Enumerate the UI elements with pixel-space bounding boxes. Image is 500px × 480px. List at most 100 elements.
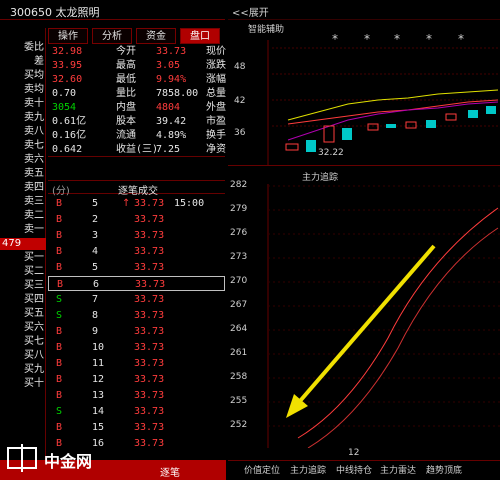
orderbook-buy-level[interactable]: 买八 <box>0 350 46 362</box>
trade-row[interactable]: 33.73 4 B <box>48 244 225 259</box>
top-annotation: 32.22 <box>318 148 344 158</box>
trade-row[interactable]: 15:00 33.73 ↑ 5 B <box>48 196 225 211</box>
orderbook-sell-level[interactable]: 卖七 <box>0 140 46 152</box>
tab-fenxi[interactable]: 分析 <box>92 28 132 44</box>
bottom-ytick: 279 <box>230 204 248 214</box>
quote-value: 4804 <box>156 102 181 113</box>
bottom-ytick: 261 <box>230 348 248 358</box>
orderbook-sell-level[interactable]: 卖五 <box>0 168 46 180</box>
quote-label: 涨跌 <box>206 60 226 71</box>
orderbook-buy-level[interactable]: 买九 <box>0 364 46 376</box>
bottom-ytick: 255 <box>230 396 248 406</box>
bottom-tab[interactable]: 趋势顶底 <box>426 463 462 476</box>
orderbook-buy-level[interactable]: 买三 <box>0 280 46 292</box>
star-marker: * <box>458 32 464 46</box>
trade-price: 33.73 <box>134 246 165 257</box>
orderbook-buy-level[interactable]: 买七 <box>0 336 46 348</box>
quote-value: 32.60 <box>52 74 83 85</box>
chart-toolbar: <<展开 <box>228 0 500 20</box>
trade-row[interactable]: 33.73 6 B <box>48 276 225 291</box>
bottom-tab[interactable]: 中线持仓 <box>336 463 372 476</box>
trade-side: B <box>56 358 63 369</box>
trade-row[interactable]: 33.73 13 B <box>48 388 225 403</box>
orderbook-sell-level[interactable]: 卖九 <box>0 112 46 124</box>
stock-title: 300650 太龙照明 <box>10 6 100 19</box>
trade-volume: 11 <box>92 358 105 369</box>
trade-price: 33.73 <box>134 422 165 433</box>
trade-price: 33.73 <box>134 198 165 209</box>
top-ytick: 36 <box>234 128 246 138</box>
orderbook-stat-label: 差 <box>34 56 44 67</box>
quote-value: 9.94% <box>156 74 187 85</box>
trade-row[interactable]: 33.73 9 B <box>48 324 225 339</box>
top-ytick: 42 <box>234 96 246 106</box>
trade-price: 33.73 <box>134 310 165 321</box>
trades-footer-label[interactable]: 逐笔 <box>160 464 180 479</box>
trade-side: B <box>56 390 63 401</box>
orderbook-buy-level[interactable]: 买五 <box>0 308 46 320</box>
quote-label: 总量 <box>206 88 226 99</box>
orderbook-buy-level[interactable]: 买一 <box>0 252 46 264</box>
trade-row[interactable]: 33.73 5 B <box>48 260 225 275</box>
trade-side: B <box>56 230 63 241</box>
quote-label: 流通 <box>116 130 136 141</box>
trade-side: B <box>56 374 63 385</box>
tab-caozuo[interactable]: 操作 <box>48 28 88 44</box>
orderbook-sell-level[interactable]: 卖六 <box>0 154 46 166</box>
orderbook-buy-level[interactable]: 买六 <box>0 322 46 334</box>
tab-zijin[interactable]: 资金 <box>136 28 176 44</box>
quote-value: 3.05 <box>156 60 181 71</box>
trade-price: 33.73 <box>134 358 165 369</box>
trade-row[interactable]: 33.73 14 S <box>48 404 225 419</box>
trade-price: 33.73 <box>135 279 166 290</box>
orderbook-sell-level[interactable]: 卖一 <box>0 224 46 236</box>
trade-row[interactable]: 33.73 11 B <box>48 356 225 371</box>
quote-label: 最高 <box>116 60 136 71</box>
trade-price: 33.73 <box>134 262 165 273</box>
trade-price: 33.73 <box>134 214 165 225</box>
quote-label: 股本 <box>116 116 136 127</box>
trade-time: 15:00 <box>174 198 205 209</box>
orderbook-sell-level[interactable]: 卖八 <box>0 126 46 138</box>
quote-label: 净资 <box>206 144 226 155</box>
bottom-tab[interactable]: 主力追踪 <box>290 463 326 476</box>
quote-value: 3054 <box>52 102 77 113</box>
orderbook-buy-level[interactable]: 买十 <box>0 378 46 390</box>
expand-button[interactable]: <<展开 <box>232 4 269 19</box>
trade-row[interactable]: 33.73 7 S <box>48 292 225 307</box>
orderbook-buy-level[interactable]: 买二 <box>0 266 46 278</box>
trade-volume: 12 <box>92 374 105 385</box>
orderbook-sell-level[interactable]: 卖二 <box>0 210 46 222</box>
trade-row[interactable]: 33.73 3 B <box>48 228 225 243</box>
quote-value: 32.98 <box>52 46 83 57</box>
title-bar: 300650 太龙照明 <box>0 0 225 20</box>
trade-price: 33.73 <box>134 294 165 305</box>
star-marker: * <box>394 32 400 46</box>
bottom-xtick: 12 <box>348 448 360 458</box>
trade-price: 33.73 <box>134 390 165 401</box>
tab-pankou[interactable]: 盘口 <box>180 28 220 44</box>
quote-label: 现价 <box>206 46 226 57</box>
bottom-tab[interactable]: 主力雷达 <box>380 463 416 476</box>
orderbook-sell-level[interactable]: 卖三 <box>0 196 46 208</box>
trade-row[interactable]: 33.73 8 S <box>48 308 225 323</box>
bottom-ytick: 282 <box>230 180 248 190</box>
bottom-tab[interactable]: 价值定位 <box>244 463 280 476</box>
trade-row[interactable]: 33.73 10 B <box>48 340 225 355</box>
bottom-ytick: 258 <box>230 372 248 382</box>
orderbook-sell-level[interactable]: 卖十 <box>0 98 46 110</box>
quote-label: 收益(三) <box>116 144 159 155</box>
trade-row[interactable]: 33.73 15 B <box>48 420 225 435</box>
trade-side: S <box>56 406 63 417</box>
quote-value: 0.61亿 <box>52 116 87 127</box>
orderbook-sell-level[interactable]: 卖四 <box>0 182 46 194</box>
trade-volume: 9 <box>92 326 99 337</box>
trade-price: 33.73 <box>134 230 165 241</box>
orderbook-buy-level[interactable]: 买四 <box>0 294 46 306</box>
bottom-chart-svg <box>267 184 500 448</box>
trade-row[interactable]: 33.73 2 B <box>48 212 225 227</box>
trade-row[interactable]: 33.73 12 B <box>48 372 225 387</box>
divider <box>48 156 225 157</box>
quote-label: 外盘 <box>206 102 226 113</box>
trade-side: B <box>56 198 63 209</box>
